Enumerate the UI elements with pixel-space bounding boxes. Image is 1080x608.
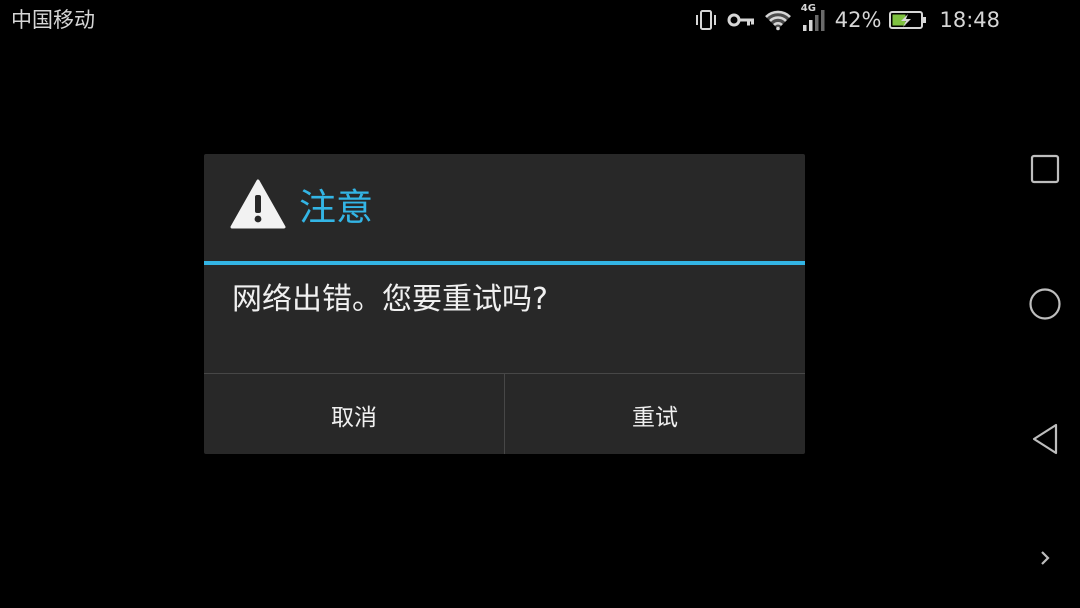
home-icon[interactable] (1025, 284, 1065, 324)
expand-icon[interactable] (1025, 538, 1065, 578)
status-bar: 中国移动 4G 42% 18:48 (0, 0, 1010, 40)
retry-button[interactable]: 重试 (505, 374, 805, 454)
back-icon[interactable] (1025, 419, 1065, 459)
vibrate-icon (693, 9, 719, 31)
dialog-message: 网络出错。您要重试吗? (232, 282, 548, 317)
cancel-button[interactable]: 取消 (204, 374, 504, 454)
dialog-title: 注意 (299, 186, 373, 229)
battery-percent: 42% (834, 8, 882, 32)
dialog-button-bar: 取消 重试 (204, 373, 805, 454)
alert-dialog: 注意 网络出错。您要重试吗? 取消 重试 (204, 154, 805, 454)
navigation-bar (1010, 0, 1080, 608)
clock: 18:48 (939, 8, 1000, 32)
recent-apps-icon[interactable] (1025, 149, 1065, 189)
signal-icon: 4G (801, 3, 827, 33)
title-divider (204, 261, 805, 265)
vpn-key-icon (727, 11, 755, 29)
status-icons: 4G 42% 18:48 (693, 3, 1000, 36)
wifi-icon (763, 9, 793, 31)
warning-icon (230, 178, 286, 230)
carrier-name: 中国移动 (11, 8, 95, 32)
dialog-header: 注意 (204, 154, 805, 262)
battery-charging-icon (889, 10, 927, 30)
